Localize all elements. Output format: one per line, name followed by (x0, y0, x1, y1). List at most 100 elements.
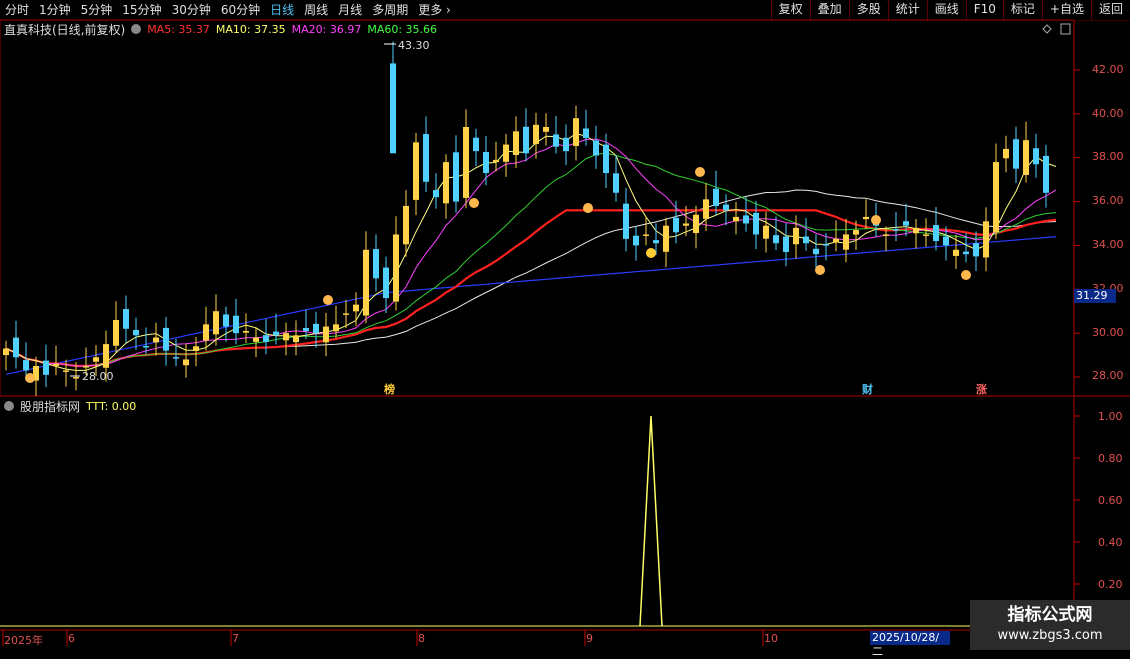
candle-body (863, 216, 869, 220)
price-label: 28.00 (1092, 369, 1124, 382)
candle-body (643, 234, 649, 236)
price-label: 38.00 (1092, 150, 1124, 163)
indicator-label: 0.20 (1098, 578, 1123, 591)
candle-body (253, 337, 259, 342)
price-axis-ticks (1074, 69, 1080, 378)
price-label: 36.00 (1092, 194, 1124, 207)
candle-body (303, 327, 309, 331)
candle-body (143, 345, 149, 348)
signal-hand-icon (815, 265, 825, 275)
signal-hand-icon (25, 373, 35, 383)
event-tag-finance[interactable]: 财 (862, 381, 873, 397)
stock-title: 直真科技(日线,前复权) (4, 22, 126, 37)
date-label: 6 (68, 632, 75, 645)
candle-body (323, 326, 329, 343)
indicator-label: 0.80 (1098, 452, 1123, 465)
candle-body (23, 360, 29, 371)
candle-body (673, 217, 679, 233)
candle-body (63, 370, 69, 372)
candle-body (973, 243, 979, 257)
high-price-label: 43.30 (398, 39, 430, 52)
candle-body (3, 348, 9, 356)
candle-body (113, 319, 119, 346)
settings-circle-icon[interactable] (131, 24, 142, 34)
candle-body (1013, 139, 1019, 169)
candle-body (833, 238, 839, 243)
candle-body (733, 216, 739, 222)
indicator-name: 股朋指标网 (20, 399, 81, 414)
candle-body (763, 225, 769, 239)
indicator-label: 0.60 (1098, 494, 1123, 507)
date-label: 9 (586, 632, 593, 645)
date-label: 8 (418, 632, 425, 645)
candle-body (283, 333, 289, 341)
candle-body (353, 304, 359, 312)
candle-body (533, 124, 539, 145)
candle-body (923, 234, 929, 236)
diamond-icon[interactable] (1042, 24, 1052, 34)
event-tag-limit-up[interactable]: 涨 (976, 381, 987, 397)
candle-body (903, 221, 909, 226)
candle-body (653, 240, 659, 244)
panel-toggle-icon[interactable] (1060, 23, 1071, 35)
price-label: 30.00 (1092, 326, 1124, 339)
candle-body (1043, 155, 1049, 193)
candle-body (1003, 148, 1009, 159)
signal-hand-icon (695, 167, 705, 177)
signal-hand-icon (871, 215, 881, 225)
candle-body (93, 357, 99, 362)
candle-body (173, 357, 179, 359)
candle-body (813, 248, 819, 255)
signal-hand-icon (469, 198, 479, 208)
main-panel-border (0, 19, 1075, 397)
ma60-label: MA60: 35.66 (367, 22, 438, 36)
candle-body (553, 134, 559, 147)
candle-body (313, 323, 319, 334)
candle-body (1033, 148, 1039, 165)
indicator-value: TTT: 0.00 (86, 399, 137, 413)
date-axis: 2025年 6 7 8 9 10 (0, 630, 1130, 650)
candle-body (213, 311, 219, 335)
indicator-axis-ticks (1074, 415, 1080, 585)
settings-circle-icon[interactable] (4, 401, 14, 411)
candle-body (633, 235, 639, 246)
event-tag-rank[interactable]: 榜 (384, 381, 395, 397)
main-legend: 直真科技(日线,前复权) MA5: 35.37 MA10: 37.35 MA20… (4, 21, 437, 37)
candle-body (263, 335, 269, 342)
candle-body (893, 229, 899, 231)
ma10-label: MA10: 37.35 (215, 22, 286, 36)
candle-body (583, 128, 589, 138)
date-label: 10 (764, 632, 778, 645)
candle-body (483, 152, 489, 174)
chart-canvas[interactable] (0, 0, 1130, 650)
candle-body (373, 249, 379, 279)
candle-body (73, 377, 79, 379)
candle-body (573, 118, 579, 146)
candle-body (703, 199, 709, 219)
candle-body (603, 144, 609, 174)
indicator-label: 1.00 (1098, 410, 1123, 423)
candle-body (273, 331, 279, 336)
candle-body (853, 230, 859, 235)
candle-body (983, 221, 989, 258)
candle-body (233, 315, 239, 334)
candle-body (933, 225, 939, 242)
candle-body (503, 144, 509, 162)
signal-hand-icon (961, 270, 971, 280)
candle-body (943, 236, 949, 246)
candle-body (383, 267, 389, 299)
cursor-date-tag: 2025/10/28/二 (870, 631, 950, 658)
candle-body (453, 152, 459, 202)
price-label: 40.00 (1092, 107, 1124, 120)
candle-body (993, 162, 999, 232)
ma20-label: MA20: 36.97 (291, 22, 362, 36)
price-label: 34.00 (1092, 238, 1124, 251)
price-label: 42.00 (1092, 63, 1124, 76)
ma5-label: MA5: 35.37 (147, 22, 210, 36)
candle-body (443, 162, 449, 204)
candle-body (243, 330, 249, 333)
candle-body (563, 137, 569, 152)
candle-body (473, 137, 479, 152)
candle-body (663, 225, 669, 252)
candle-body (513, 131, 519, 155)
